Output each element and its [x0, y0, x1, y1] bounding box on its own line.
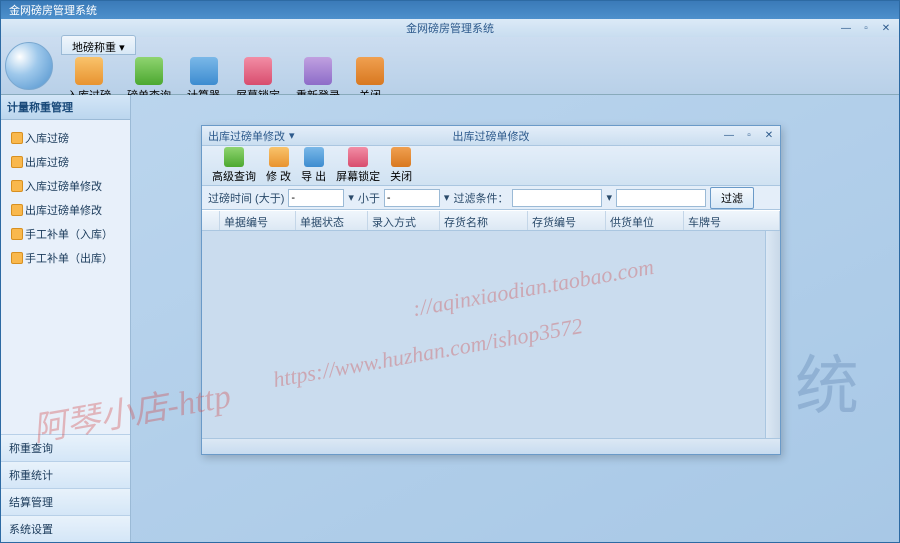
- sidebar-section[interactable]: 称重统计: [1, 461, 130, 488]
- inner-title-text: 金网磅房管理系统: [406, 20, 494, 36]
- filter-value-input[interactable]: [616, 189, 706, 207]
- filter-time-gt-label: 过磅时间 (大于): [208, 190, 284, 206]
- subwin-title: 出库过磅单修改: [453, 128, 530, 144]
- column-header[interactable]: [202, 211, 220, 230]
- close-icon[interactable]: ✕: [762, 130, 776, 142]
- column-header[interactable]: 存货名称: [440, 211, 528, 230]
- close-icon[interactable]: ✕: [879, 22, 893, 34]
- sidebar-header: 计量称重管理: [1, 95, 130, 120]
- ribbon-tab[interactable]: 地磅称重 ▾: [61, 35, 136, 55]
- toolbar-icon: [75, 57, 103, 85]
- dropdown-icon[interactable]: ▾: [348, 191, 354, 204]
- data-grid: 单据编号单据状态录入方式存货名称存货编号供货单位车牌号: [202, 210, 780, 438]
- toolbar-icon: [304, 147, 324, 167]
- sidebar-item[interactable]: 入库过磅单修改: [3, 174, 128, 198]
- column-header[interactable]: 单据状态: [296, 211, 368, 230]
- sidebar-item[interactable]: 出库过磅: [3, 150, 128, 174]
- toolbar-icon: [348, 147, 368, 167]
- toolbar-icon: [190, 57, 218, 85]
- column-header[interactable]: 供货单位: [606, 211, 684, 230]
- sidebar-item[interactable]: 手工补单（入库）: [3, 222, 128, 246]
- filter-field-input[interactable]: [512, 189, 602, 207]
- column-header[interactable]: 存货编号: [528, 211, 606, 230]
- column-header[interactable]: 车牌号: [684, 211, 780, 230]
- app-title: 金网磅房管理系统: [9, 2, 97, 18]
- subwin-statusbar: [202, 438, 780, 454]
- sidebar-section[interactable]: 结算管理: [1, 488, 130, 515]
- tool-高级查询[interactable]: 高级查询: [208, 145, 260, 186]
- filter-cond-label: 过滤条件：: [453, 190, 508, 206]
- orb-button[interactable]: [5, 42, 53, 90]
- inner-titlebar: 金网磅房管理系统 — ▫ ✕: [1, 19, 899, 37]
- dropdown-icon[interactable]: ▾: [444, 191, 450, 204]
- app-window: 金网磅房管理系统 金网磅房管理系统 — ▫ ✕ 地磅称重 ▾ 入库过磅磅单查询计…: [0, 0, 900, 543]
- grid-header: 单据编号单据状态录入方式存货名称存货编号供货单位车牌号: [202, 211, 780, 231]
- toolbar-icon: [391, 147, 411, 167]
- filter-button[interactable]: 过滤: [710, 187, 754, 209]
- toolbar-icon: [304, 57, 332, 85]
- toolbar-icon: [244, 57, 272, 85]
- column-header[interactable]: 单据编号: [220, 211, 296, 230]
- sidebar-tree: 入库过磅出库过磅入库过磅单修改出库过磅单修改手工补单（入库）手工补单（出库）: [1, 120, 130, 434]
- sidebar-bottom: 称重查询称重统计结算管理系统设置: [1, 434, 130, 542]
- sidebar-section[interactable]: 系统设置: [1, 515, 130, 542]
- tool-导 出[interactable]: 导 出: [297, 145, 330, 186]
- tool-修 改[interactable]: 修 改: [262, 145, 295, 186]
- ribbon: 地磅称重 ▾ 入库过磅磅单查询计算器屏幕锁定重新登录关闭: [1, 37, 899, 95]
- sidebar-item[interactable]: 手工补单（出库）: [3, 246, 128, 270]
- sidebar-item[interactable]: 入库过磅: [3, 126, 128, 150]
- sidebar-item[interactable]: 出库过磅单修改: [3, 198, 128, 222]
- toolbar-icon: [135, 57, 163, 85]
- sidebar: 计量称重管理 入库过磅出库过磅入库过磅单修改出库过磅单修改手工补单（入库）手工补…: [1, 95, 131, 542]
- subwin-tab: 出库过磅单修改: [208, 128, 285, 144]
- tool-关闭[interactable]: 关闭: [386, 145, 416, 186]
- dropdown-icon: ▾: [119, 42, 125, 54]
- toolbar-icon: [269, 147, 289, 167]
- subwin-toolbar: 高级查询修 改导 出屏幕锁定关闭: [202, 146, 780, 186]
- minimize-icon[interactable]: —: [839, 22, 853, 34]
- grid-body[interactable]: [202, 231, 780, 438]
- sidebar-section[interactable]: 称重查询: [1, 434, 130, 461]
- maximize-icon[interactable]: ▫: [742, 130, 756, 142]
- column-header[interactable]: 录入方式: [368, 211, 440, 230]
- dropdown-icon: ▾: [289, 129, 295, 142]
- minimize-icon[interactable]: —: [722, 130, 736, 142]
- tool-屏幕锁定[interactable]: 屏幕锁定: [332, 145, 384, 186]
- date-to-input[interactable]: [384, 189, 440, 207]
- toolbar-icon: [224, 147, 244, 167]
- filter-time-lt-label: 小于: [358, 190, 380, 206]
- dropdown-icon[interactable]: ▾: [606, 191, 612, 204]
- main-area: 系 统 计量称重管理 入库过磅出库过磅入库过磅单修改出库过磅单修改手工补单（入库…: [1, 95, 899, 542]
- subwin-titlebar[interactable]: 出库过磅单修改 ▾ 出库过磅单修改 — ▫ ✕: [202, 126, 780, 146]
- date-from-input[interactable]: [288, 189, 344, 207]
- sub-window: 出库过磅单修改 ▾ 出库过磅单修改 — ▫ ✕ 高级查询修 改导 出屏幕锁定关闭…: [201, 125, 781, 455]
- content-area: 出库过磅单修改 ▾ 出库过磅单修改 — ▫ ✕ 高级查询修 改导 出屏幕锁定关闭…: [131, 95, 899, 542]
- outer-titlebar[interactable]: 金网磅房管理系统: [1, 1, 899, 19]
- maximize-icon[interactable]: ▫: [859, 22, 873, 34]
- toolbar-icon: [356, 57, 384, 85]
- filter-bar: 过磅时间 (大于) ▾ 小于 ▾ 过滤条件： ▾ 过滤: [202, 186, 780, 210]
